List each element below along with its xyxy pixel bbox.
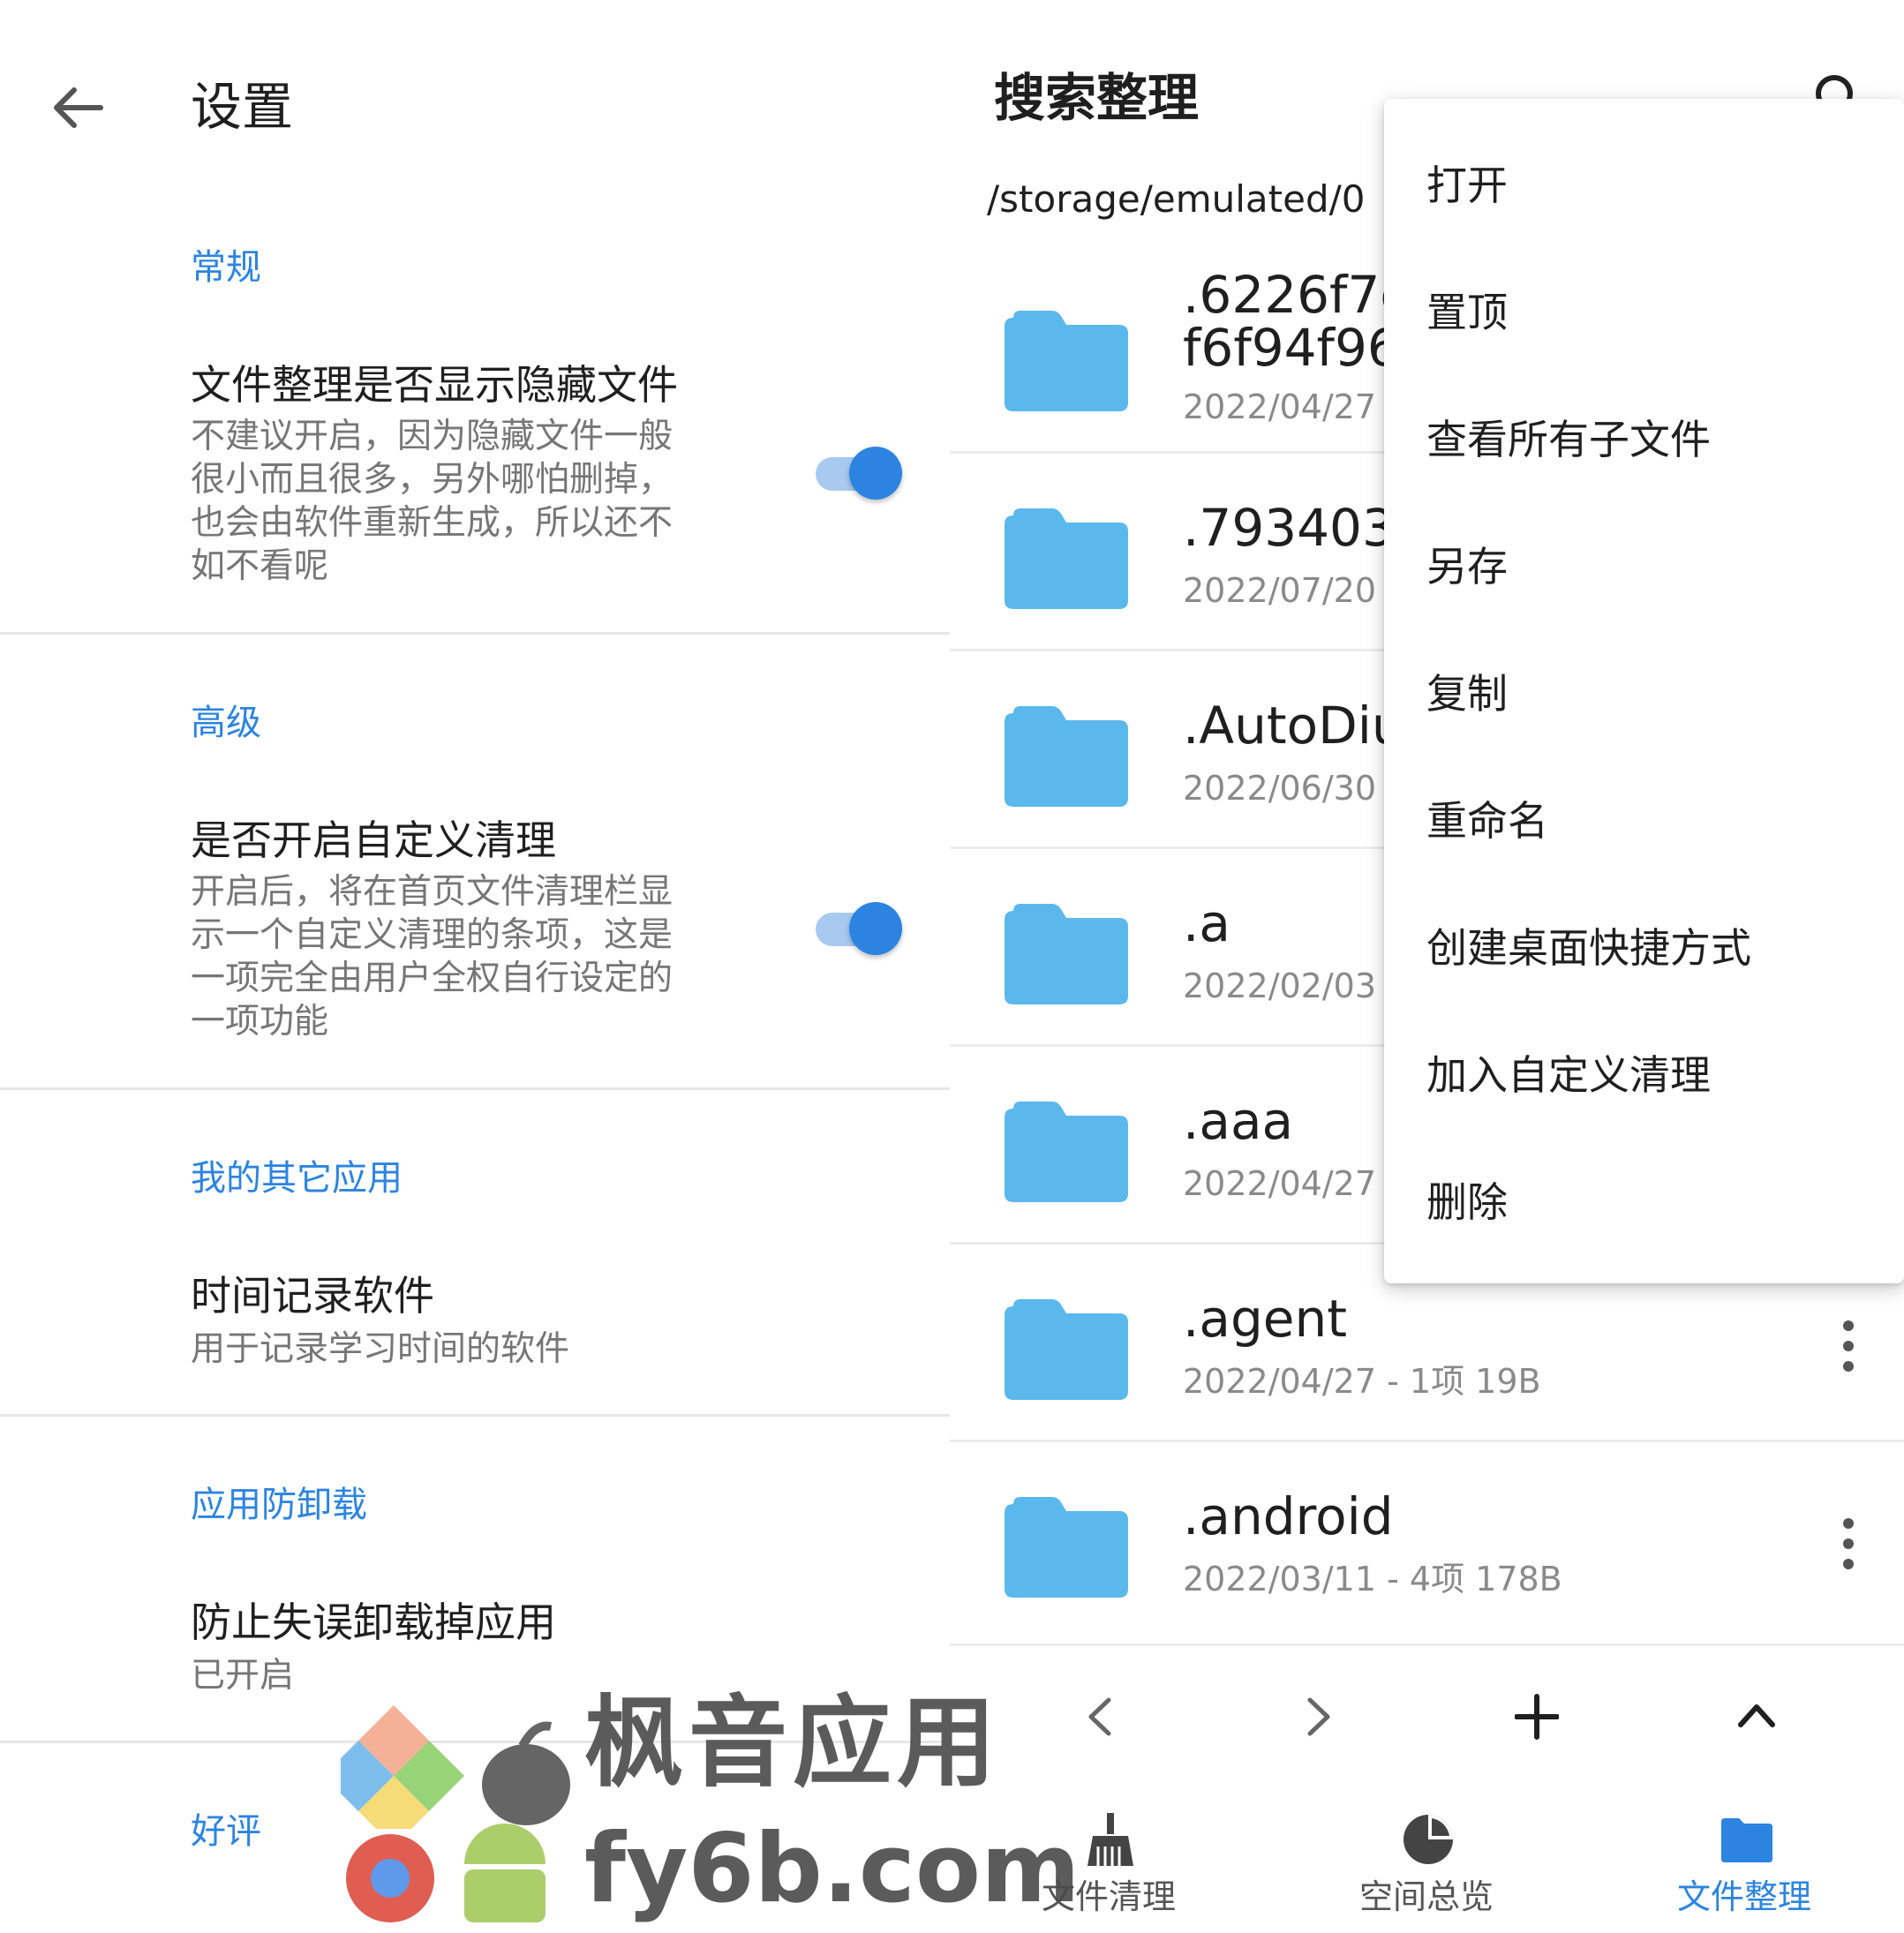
page-title: 设置 <box>191 77 294 137</box>
menu-item-view-children[interactable]: 查看所有子文件 <box>1426 415 1711 464</box>
context-menu: 打开 置顶 查看所有子文件 另存 复制 重命名 创建桌面快捷方式 加入自定义清理… <box>1384 99 1904 1283</box>
setting-title: 文件整理是否显示隐藏文件 <box>191 361 678 409</box>
watermark-brand-en: fy6b.com <box>584 1814 1080 1924</box>
file-name-line2: f6f94f96 <box>1183 318 1400 378</box>
menu-item-rename[interactable]: 重命名 <box>1426 796 1548 846</box>
setting-desc: 用于记录学习时间的软件 <box>191 1329 570 1369</box>
folder-icon <box>1005 1102 1128 1202</box>
folder-icon <box>1005 904 1128 1004</box>
folder-icon <box>1005 1497 1128 1598</box>
setting-desc: 不建议开启，因为隐藏文件一般 很小而且很多，另外哪怕删掉， 也会由软件重新生成，… <box>191 417 674 586</box>
broom-icon <box>1087 1813 1133 1866</box>
menu-item-delete[interactable]: 删除 <box>1426 1177 1508 1227</box>
back-arrow-icon[interactable] <box>42 72 113 143</box>
custom-clean-toggle[interactable] <box>814 897 902 959</box>
menu-item-save-as[interactable]: 另存 <box>1426 542 1508 591</box>
bottom-navigation: 文件清理 空间总览 文件整理 <box>950 1781 1904 1933</box>
folder-icon <box>1005 508 1128 609</box>
setting-desc: 开启后，将在首页文件清理栏显 示一个自定义清理的条项，这是 一项完全由用户全权自… <box>191 872 674 1042</box>
file-meta: 2022/02/03 - <box>1183 966 1399 1005</box>
setting-title: 防止失误卸载掉应用 <box>191 1598 556 1646</box>
file-name: .AutoDiu <box>1183 696 1404 756</box>
current-path: /storage/emulated/0 <box>987 177 1366 221</box>
file-meta: 2022/04/27 - <box>1183 387 1399 426</box>
divider <box>0 1414 950 1417</box>
setting-title: 时间记录软件 <box>191 1272 434 1320</box>
menu-item-create-shortcut[interactable]: 创建桌面快捷方式 <box>1426 923 1751 973</box>
tab-space-overview[interactable]: 空间总览 <box>1268 1781 1585 1933</box>
file-name: .agent <box>1183 1289 1347 1349</box>
watermark: 枫音应用 fy6b.com <box>335 1686 1080 1933</box>
show-hidden-toggle[interactable] <box>814 441 902 503</box>
menu-item-copy[interactable]: 复制 <box>1426 669 1508 718</box>
file-meta: 2022/04/27 - <box>1183 1164 1399 1203</box>
more-vert-icon[interactable] <box>1838 1315 1859 1377</box>
tab-label: 空间总览 <box>1358 1877 1494 1916</box>
more-vert-icon[interactable] <box>1838 1513 1859 1575</box>
divider <box>950 1643 1904 1646</box>
section-rating: 好评 <box>191 1811 261 1852</box>
list-item[interactable]: .android 2022/03/11 - 4项 178B <box>950 1442 1904 1640</box>
folder-icon <box>1005 1299 1128 1400</box>
folder-icon <box>1005 311 1128 411</box>
watermark-android-icon <box>346 1824 546 1922</box>
chevron-up-icon[interactable] <box>1737 1700 1776 1732</box>
section-general: 常规 <box>191 247 261 288</box>
file-name: .android <box>1183 1486 1394 1546</box>
folder-icon <box>1005 706 1128 807</box>
folder-icon <box>1721 1818 1772 1862</box>
divider <box>0 632 950 635</box>
tab-label: 文件整理 <box>1676 1877 1811 1916</box>
setting-title: 是否开启自定义清理 <box>191 816 556 864</box>
pie-chart-icon <box>1404 1815 1453 1864</box>
file-meta: 2022/07/20 - <box>1183 571 1399 610</box>
section-other-apps: 我的其它应用 <box>191 1158 403 1199</box>
tab-file-organize[interactable]: 文件整理 <box>1585 1781 1903 1933</box>
file-name: .a <box>1183 893 1230 953</box>
page-title: 搜索整理 <box>994 68 1200 128</box>
menu-item-pin[interactable]: 置顶 <box>1426 288 1508 337</box>
section-advanced: 高级 <box>191 703 261 743</box>
menu-item-open[interactable]: 打开 <box>1426 161 1508 210</box>
section-anti-uninstall: 应用防卸载 <box>191 1485 367 1525</box>
chevron-left-icon[interactable] <box>1084 1695 1116 1739</box>
plus-icon[interactable] <box>1515 1693 1559 1741</box>
divider <box>0 1087 950 1090</box>
settings-panel: 设置 常规 文件整理是否显示隐藏文件 不建议开启，因为隐藏文件一般 很小而且很多… <box>0 0 950 1933</box>
watermark-brand-cn: 枫音应用 <box>584 1686 1001 1801</box>
menu-item-add-custom-clean[interactable]: 加入自定义清理 <box>1426 1050 1711 1100</box>
file-meta: 2022/04/27 - 1项 19B <box>1183 1362 1541 1401</box>
file-name: .6226f7c <box>1183 265 1409 325</box>
file-meta: 2022/06/30 - <box>1183 769 1399 808</box>
file-meta: 2022/03/11 - 4项 178B <box>1183 1560 1562 1598</box>
chevron-right-icon[interactable] <box>1303 1695 1335 1739</box>
watermark-logo-icon <box>341 1705 570 1829</box>
file-name: .aaa <box>1183 1091 1294 1151</box>
